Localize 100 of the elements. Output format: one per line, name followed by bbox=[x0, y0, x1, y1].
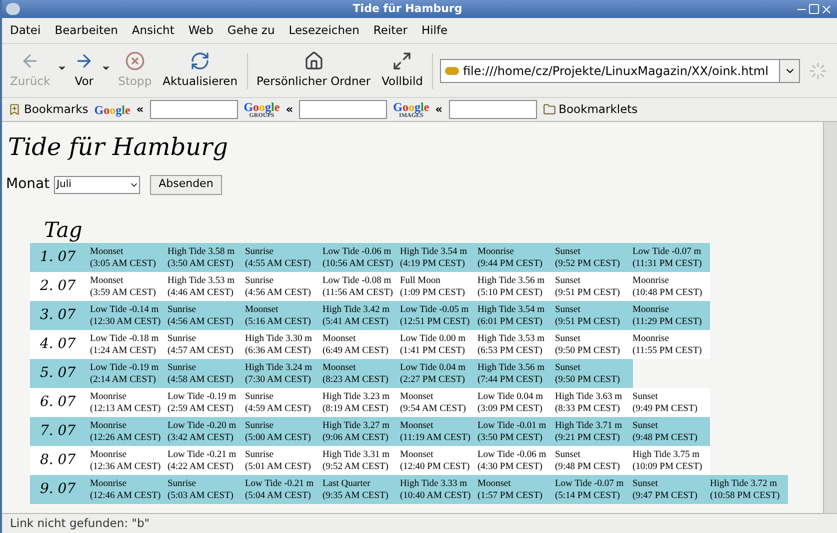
event-time: (5:04 AM CEST) bbox=[245, 490, 312, 502]
toolbar-button[interactable]: Vor bbox=[70, 50, 98, 90]
month-select[interactable]: Juli bbox=[54, 176, 140, 194]
date-cell-text: 2. 07 bbox=[39, 277, 77, 296]
event-time: (2:59 AM CEST) bbox=[168, 402, 234, 414]
event-time: (9:49 PM CEST) bbox=[632, 402, 698, 414]
event-time: (1:57 PM CEST) bbox=[478, 490, 544, 502]
event-name: Moonset bbox=[90, 274, 124, 286]
toolbar-button[interactable]: Persönlicher Ordner bbox=[252, 50, 375, 90]
page-heading: Tide für Hamburg bbox=[8, 132, 229, 162]
search-field[interactable] bbox=[299, 100, 388, 119]
event-time: (11:31 PM CEST) bbox=[632, 258, 703, 270]
bookmarks-button[interactable]: Bookmarks bbox=[8, 100, 88, 118]
toolbar-button[interactable]: Aktualisieren bbox=[158, 50, 242, 90]
bookmark-icon bbox=[8, 103, 21, 116]
menu-item[interactable]: Web bbox=[188, 22, 214, 40]
event-name: Sunset bbox=[632, 420, 659, 432]
submit-button[interactable]: Absenden bbox=[150, 174, 222, 194]
event-name: High Tide 3.56 m bbox=[478, 274, 546, 286]
event-name: High Tide 3.53 m bbox=[168, 274, 236, 286]
event-name: Moonrise bbox=[90, 420, 128, 432]
event-time: (9:48 PM CEST) bbox=[632, 432, 698, 444]
event-name: Sunrise bbox=[168, 304, 197, 316]
event-name: Low Tide 0.04 m bbox=[478, 390, 544, 402]
search-field[interactable] bbox=[150, 100, 238, 119]
google-logo: Google bbox=[244, 100, 280, 112]
event-name: Sunrise bbox=[168, 478, 197, 490]
event-time: (3:59 AM CEST) bbox=[90, 286, 157, 298]
event-time: (11:56 AM CEST) bbox=[322, 286, 394, 298]
event-time: (7:44 PM CEST) bbox=[478, 374, 544, 386]
event-name: Low Tide -0.21 m bbox=[168, 448, 238, 460]
event-name: Sunset bbox=[555, 246, 582, 258]
event-time: (6:53 PM CEST) bbox=[478, 344, 544, 356]
date-cell-text: 1. 07 bbox=[39, 248, 77, 267]
event-name: High Tide 3.23 m bbox=[322, 390, 391, 402]
event-time: (6:01 PM CEST) bbox=[478, 316, 544, 328]
bookmark-folder[interactable]: Bookmarklets bbox=[542, 100, 638, 118]
event-time: (3:50 PM CEST) bbox=[478, 432, 544, 444]
column-header: Tag bbox=[44, 217, 84, 243]
event-name: Sunrise bbox=[245, 420, 274, 432]
event-time: (12:51 PM CEST) bbox=[400, 316, 471, 328]
event-name: Low Tide -0.14 m bbox=[90, 304, 160, 316]
menu-item[interactable]: Bearbeiten bbox=[54, 22, 118, 40]
event-name: High Tide 3.54 m bbox=[400, 246, 468, 258]
event-time: (5:01 AM CEST) bbox=[245, 460, 312, 472]
event-name: Low Tide -0.01 m bbox=[478, 420, 548, 432]
event-name: Moonrise bbox=[90, 478, 128, 490]
search-field[interactable] bbox=[448, 100, 537, 119]
fullscreen-icon bbox=[392, 50, 412, 71]
event-time: (9:54 AM CEST) bbox=[400, 402, 467, 414]
menu-item[interactable]: Ansicht bbox=[132, 22, 174, 40]
search-menu-button[interactable]: « bbox=[136, 100, 144, 118]
event-time: (9:06 AM CEST) bbox=[322, 432, 390, 444]
event-name: Full Moon bbox=[400, 274, 442, 286]
event-name: Moonset bbox=[322, 362, 357, 374]
event-name: Sunrise bbox=[245, 448, 274, 460]
maximize-icon[interactable] bbox=[808, 3, 820, 15]
date-cell-text: 6. 07 bbox=[39, 393, 77, 412]
search-menu-button[interactable]: « bbox=[286, 100, 294, 118]
menu-item[interactable]: Datei bbox=[10, 22, 41, 40]
menu-item[interactable]: Gehe zu bbox=[227, 22, 275, 40]
toolbar-button[interactable]: Vollbild bbox=[378, 50, 427, 90]
event-time: (8:33 PM CEST) bbox=[555, 402, 621, 414]
menu-item[interactable]: Lesezeichen bbox=[288, 22, 360, 40]
home-icon bbox=[304, 50, 324, 71]
event-time: (12:13 AM CEST) bbox=[90, 402, 162, 414]
event-name: Low Tide 0.00 m bbox=[400, 332, 466, 344]
event-time: (9:35 AM CEST) bbox=[322, 490, 390, 502]
event-time: (11:19 AM CEST) bbox=[400, 432, 472, 444]
event-time: (1:24 AM CEST) bbox=[90, 344, 157, 356]
search-menu-button[interactable]: « bbox=[435, 100, 443, 118]
event-time: (6:36 AM CEST) bbox=[245, 344, 312, 356]
month-label: Monat bbox=[6, 175, 50, 194]
event-name: Moonset bbox=[322, 332, 357, 344]
event-name: Low Tide -0.08 m bbox=[322, 274, 392, 286]
event-time: (1:41 PM CEST) bbox=[400, 344, 466, 356]
event-name: Sunset bbox=[632, 390, 659, 402]
event-name: Moonrise bbox=[632, 274, 670, 286]
event-name: Moonset bbox=[400, 420, 434, 432]
event-name: Moonset bbox=[400, 390, 434, 402]
event-time: (10:40 AM CEST) bbox=[400, 490, 472, 502]
close-icon[interactable] bbox=[820, 2, 833, 16]
event-time: (11:29 PM CEST) bbox=[632, 316, 703, 328]
event-time: (8:23 AM CEST) bbox=[322, 374, 390, 386]
event-time: (5:10 PM CEST) bbox=[478, 286, 544, 298]
address-field[interactable]: file:///home/cz/Projekte/LinuxMagazin/XX/oink.html bbox=[440, 58, 800, 82]
event-name: Moonrise bbox=[478, 246, 515, 258]
menu-item[interactable]: Reiter bbox=[373, 22, 408, 40]
google-logo: Google bbox=[393, 100, 430, 112]
event-time: (9:48 PM CEST) bbox=[555, 460, 621, 472]
event-name: High Tide 3.30 m bbox=[245, 332, 314, 344]
event-time: (4:55 AM CEST) bbox=[245, 258, 312, 270]
event-time: (5:03 AM CEST) bbox=[168, 490, 234, 502]
event-name: High Tide 3.58 m bbox=[168, 246, 236, 258]
event-time: (9:52 PM CEST) bbox=[555, 258, 621, 270]
scrollbar[interactable] bbox=[823, 122, 837, 513]
event-name: Low Tide -0.06 m bbox=[322, 246, 392, 258]
menu-item[interactable]: Hilfe bbox=[421, 22, 448, 40]
event-name: High Tide 3.75 m bbox=[632, 448, 701, 460]
event-time: (12:30 AM CEST) bbox=[90, 316, 162, 328]
